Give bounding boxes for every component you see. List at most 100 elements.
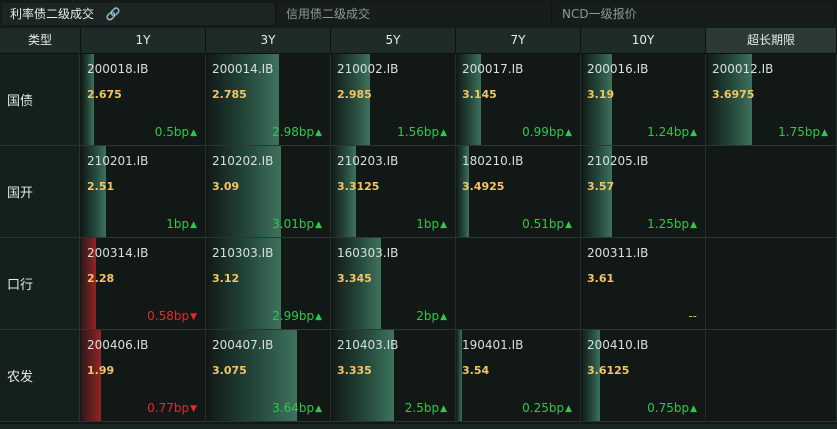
bond-cell[interactable]: 210303.IB 3.12 2.99bp▲ (206, 238, 331, 329)
bond-cell[interactable]: 210201.IB 2.51 1bp▲ (81, 146, 206, 237)
bond-code[interactable]: 200314.IB (87, 246, 148, 260)
header-ultra-long[interactable]: 超长期限 (706, 28, 837, 53)
triangle-up-icon: ▲ (440, 220, 447, 230)
change-value: -- (688, 309, 697, 323)
triangle-up-icon: ▲ (440, 128, 447, 138)
header-5y[interactable]: 5Y (331, 28, 456, 53)
bond-code[interactable]: 210203.IB (337, 154, 398, 168)
bond-cell[interactable]: 200311.IB 3.61 -- (581, 238, 706, 329)
change-value: 0.51bp (522, 217, 565, 231)
bond-yield: 3.6975 (712, 88, 755, 101)
header-1y[interactable]: 1Y (81, 28, 206, 53)
bond-code[interactable]: 200016.IB (587, 62, 648, 76)
change-value: 2bp (416, 309, 440, 323)
bond-yield: 3.075 (212, 364, 247, 377)
triangle-up-icon: ▲ (690, 404, 697, 414)
bond-change: 0.25bp▲ (522, 401, 572, 415)
bond-cell[interactable]: 210202.IB 3.09 3.01bp▲ (206, 146, 331, 237)
link-icon[interactable]: 🔗 (106, 3, 121, 25)
bond-cell[interactable]: 200406.IB 1.99 0.77bp▼ (81, 330, 206, 421)
bond-change: 0.58bp▼ (147, 309, 197, 323)
bond-cell[interactable]: 210002.IB 2.985 1.56bp▲ (331, 54, 456, 145)
header-3y[interactable]: 3Y (206, 28, 331, 53)
triangle-up-icon: ▲ (565, 128, 572, 138)
bond-code[interactable]: 160303.IB (337, 246, 398, 260)
bond-code[interactable]: 200017.IB (462, 62, 523, 76)
bond-cell[interactable]: 200017.IB 3.145 0.99bp▲ (456, 54, 581, 145)
bond-code[interactable]: 200012.IB (712, 62, 773, 76)
bond-change: 2.99bp▲ (272, 309, 322, 323)
bond-change: 2bp▲ (416, 309, 447, 323)
bond-change: 1.24bp▲ (647, 125, 697, 139)
bond-cell[interactable]: 200410.IB 3.6125 0.75bp▲ (581, 330, 706, 421)
triangle-up-icon: ▲ (190, 220, 197, 230)
tab-credit-bond-secondary[interactable]: 信用债二级成交 (278, 3, 552, 25)
bond-yield: 3.54 (462, 364, 490, 377)
bond-yield: 3.6125 (587, 364, 630, 377)
bond-code[interactable]: 200018.IB (87, 62, 148, 76)
tab-ncd-primary-quote[interactable]: NCD一级报价 (554, 3, 835, 25)
triangle-up-icon: ▲ (440, 404, 447, 414)
change-value: 0.99bp (522, 125, 565, 139)
tab-rate-bond-secondary[interactable]: 利率债二级成交 🔗 (2, 3, 276, 25)
bond-code[interactable]: 210303.IB (212, 246, 273, 260)
triangle-up-icon: ▲ (565, 404, 572, 414)
bond-cell[interactable]: 200018.IB 2.675 0.5bp▲ (81, 54, 206, 145)
bond-yield: 1.99 (87, 364, 115, 377)
bond-code[interactable]: 200311.IB (587, 246, 648, 260)
bond-code[interactable]: 180210.IB (462, 154, 523, 168)
bond-yield: 3.345 (337, 272, 372, 285)
bond-cell[interactable]: 180210.IB 3.4925 0.51bp▲ (456, 146, 581, 237)
bond-cell[interactable]: 190401.IB 3.54 0.25bp▲ (456, 330, 581, 421)
bond-change: 2.98bp▲ (272, 125, 322, 139)
bond-cell[interactable]: 200016.IB 3.19 1.24bp▲ (581, 54, 706, 145)
row-label: 国开 (0, 146, 80, 237)
bond-code[interactable]: 210205.IB (587, 154, 648, 168)
tab-bar: 利率债二级成交 🔗 信用债二级成交 NCD一级报价 (0, 0, 837, 29)
bond-yield: 3.4925 (462, 180, 505, 193)
triangle-up-icon: ▲ (690, 128, 697, 138)
bond-cell[interactable]: 210205.IB 3.57 1.25bp▲ (581, 146, 706, 237)
triangle-up-icon: ▲ (190, 128, 197, 138)
triangle-down-icon: ▼ (190, 312, 197, 322)
triangle-up-icon: ▲ (821, 128, 828, 138)
bond-cell[interactable]: 200014.IB 2.785 2.98bp▲ (206, 54, 331, 145)
bond-change: 0.75bp▲ (647, 401, 697, 415)
header-7y[interactable]: 7Y (456, 28, 581, 53)
bond-cell[interactable]: 200012.IB 3.6975 1.75bp▲ (706, 54, 837, 145)
header-10y[interactable]: 10Y (581, 28, 706, 53)
bond-cell[interactable]: 210203.IB 3.3125 1bp▲ (331, 146, 456, 237)
bond-code[interactable]: 210002.IB (337, 62, 398, 76)
bond-yield: 2.675 (87, 88, 122, 101)
bond-code[interactable]: 190401.IB (462, 338, 523, 352)
tab-label: NCD一级报价 (562, 7, 637, 21)
change-value: 3.01bp (272, 217, 315, 231)
bond-change: 2.5bp▲ (405, 401, 447, 415)
triangle-up-icon: ▲ (440, 312, 447, 322)
bond-code[interactable]: 200407.IB (212, 338, 273, 352)
change-value: 0.5bp (154, 125, 190, 139)
bond-code[interactable]: 210403.IB (337, 338, 398, 352)
change-value: 0.75bp (647, 401, 690, 415)
bond-code[interactable]: 200014.IB (212, 62, 273, 76)
bond-code[interactable]: 200410.IB (587, 338, 648, 352)
bond-change: 1bp▲ (416, 217, 447, 231)
tab-label: 利率债二级成交 (10, 7, 95, 21)
bond-yield: 2.28 (87, 272, 115, 285)
bond-yield: 2.985 (337, 88, 372, 101)
empty-cell (706, 238, 837, 329)
bond-matrix: 类型 1Y 3Y 5Y 7Y 10Y 超长期限 国债 200018.IB 2.675… (0, 28, 837, 424)
bond-code[interactable]: 210202.IB (212, 154, 273, 168)
bond-cell[interactable]: 200407.IB 3.075 3.64bp▲ (206, 330, 331, 421)
bond-change: -- (688, 309, 697, 323)
bond-code[interactable]: 200406.IB (87, 338, 148, 352)
bond-cell[interactable]: 200314.IB 2.28 0.58bp▼ (81, 238, 206, 329)
triangle-up-icon: ▲ (315, 220, 322, 230)
scroll-strip (0, 424, 837, 429)
bond-code[interactable]: 210201.IB (87, 154, 148, 168)
bond-cell[interactable]: 210403.IB 3.335 2.5bp▲ (331, 330, 456, 421)
bond-yield: 3.3125 (337, 180, 380, 193)
bond-cell[interactable]: 160303.IB 3.345 2bp▲ (331, 238, 456, 329)
change-value: 2.5bp (404, 401, 440, 415)
header-type: 类型 (0, 28, 81, 53)
